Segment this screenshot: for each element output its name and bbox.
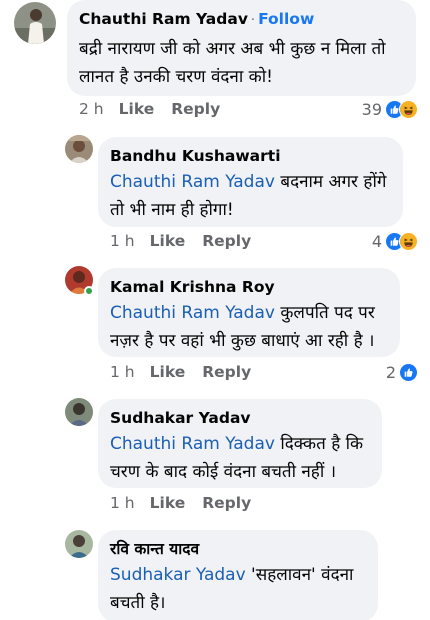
comment-actions: 1 h Like Reply (110, 494, 268, 512)
reply-button[interactable]: Reply (202, 494, 251, 512)
comment-author[interactable]: Kamal Krishna Roy (110, 277, 388, 298)
mention-link[interactable]: Chauthi Ram Yadav (110, 172, 275, 192)
comment-text-line: बद्री नारायण जी को अगर अब भी कुछ न मिला … (79, 39, 386, 59)
comment-time[interactable]: 1 h (110, 232, 135, 250)
haha-icon (399, 232, 418, 251)
follow-button[interactable]: Follow (258, 10, 314, 28)
comment-actions: 1 h Like Reply (110, 232, 268, 250)
comment-author[interactable]: रवि कान्त यादव (110, 539, 366, 560)
comment-text-line: दिक्कत है कि (274, 434, 364, 454)
mention-link[interactable]: Sudhakar Yadav (110, 565, 246, 585)
reaction-count: 4 (371, 232, 382, 251)
like-button[interactable]: Like (119, 100, 155, 118)
comment-text: Chauthi Ram Yadav दिक्कत है कि चरण के बा… (110, 430, 370, 486)
like-icon (399, 363, 418, 382)
comment-text-line: चरण के बाद कोई वंदना बचती नहीं । (110, 462, 337, 482)
comment-text: Sudhakar Yadav 'सहलावन' वंदना बचती है। (110, 561, 366, 617)
avatar-ravi-kant-yadav[interactable] (65, 530, 93, 558)
comment-text: बद्री नारायण जी को अगर अब भी कुछ न मिला … (79, 35, 404, 91)
comment-actions: 1 h Like Reply (110, 363, 268, 381)
comment-bubble: Sudhakar Yadav Chauthi Ram Yadav दिक्कत … (98, 399, 382, 488)
like-button[interactable]: Like (150, 363, 186, 381)
comment-text-line: बदनाम अगर होंगे (274, 172, 387, 192)
comment-author[interactable]: Chauthi Ram Yadav (79, 10, 248, 28)
comment-text-line: 'सहलावन' वंदना (245, 565, 354, 585)
like-button[interactable]: Like (150, 494, 186, 512)
like-button[interactable]: Like (150, 232, 186, 250)
avatar-sudhakar-yadav[interactable] (65, 398, 93, 426)
reaction-summary[interactable]: 4 (372, 232, 418, 251)
online-status-icon (84, 286, 94, 296)
comment-text: Chauthi Ram Yadav कुलपति पद पर नज़र है प… (110, 299, 388, 355)
comment-bubble: Kamal Krishna Roy Chauthi Ram Yadav कुलप… (98, 268, 400, 357)
avatar-chauthi-ram-yadav[interactable] (14, 2, 56, 44)
comment-time[interactable]: 1 h (110, 363, 135, 381)
reply-button[interactable]: Reply (202, 363, 251, 381)
comment-text-line: बचती है। (110, 593, 166, 613)
reaction-count: 2 (385, 363, 396, 382)
haha-icon (399, 100, 418, 119)
comment-actions: 2 h Like Reply (79, 100, 237, 118)
comment-text-line: कुलपति पद पर (274, 303, 375, 323)
reply-button[interactable]: Reply (171, 100, 220, 118)
mention-link[interactable]: Chauthi Ram Yadav (110, 303, 275, 323)
reaction-summary[interactable]: 2 (386, 363, 418, 382)
reaction-count: 39 (361, 100, 382, 119)
comment-text-line: नज़र है पर वहां भी कुछ बाधाएं आ रही है । (110, 331, 375, 351)
comment-text-line: तो भी नाम ही होगा! (110, 200, 234, 220)
comment-bubble: रवि कान्त यादव Sudhakar Yadav 'सहलावन' व… (98, 530, 378, 620)
mention-link[interactable]: Chauthi Ram Yadav (110, 434, 275, 454)
reply-button[interactable]: Reply (202, 232, 251, 250)
comment-author[interactable]: Bandhu Kushawarti (110, 146, 391, 167)
reaction-summary[interactable]: 39 (362, 100, 418, 119)
comment-bubble: Bandhu Kushawarti Chauthi Ram Yadav बदना… (98, 137, 403, 227)
comment-author[interactable]: Sudhakar Yadav (110, 408, 370, 429)
comment-bubble: Chauthi Ram Yadav · Follow बद्री नारायण जी… (67, 0, 416, 96)
comment-text-line: लानत है उनकी चरण वंदना को! (79, 67, 273, 87)
separator-dot: · (250, 13, 256, 28)
avatar-bandhu-kushawarti[interactable] (65, 135, 93, 163)
comment-text: Chauthi Ram Yadav बदनाम अगर होंगे तो भी … (110, 168, 391, 224)
comment-time[interactable]: 1 h (110, 494, 135, 512)
comment-time[interactable]: 2 h (79, 100, 104, 118)
